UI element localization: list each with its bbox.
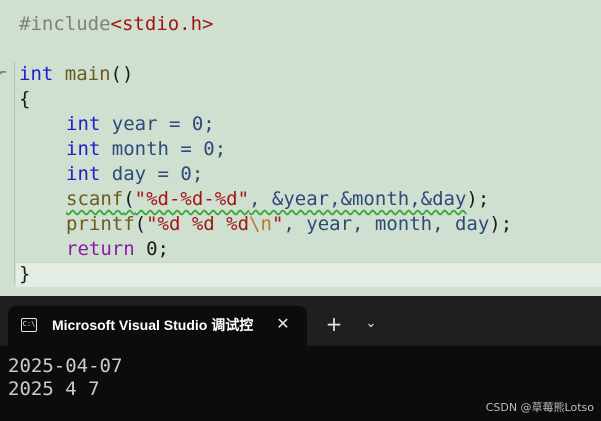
- decl-day-rest: day = 0;: [100, 163, 204, 185]
- include-directive: #include: [19, 13, 111, 35]
- terminal-icon: C:\: [21, 318, 37, 332]
- terminal-tab-title: Microsoft Visual Studio 调试控: [52, 317, 254, 333]
- tab-dropdown-chevron-icon[interactable]: ⌄: [361, 313, 381, 335]
- scanf-warning-squiggle[interactable]: scanf("%d-%d-%d", &year,&month,&day: [66, 188, 466, 210]
- code-line-printf: printf("%d %d %d\n", year, month, day);: [66, 212, 512, 237]
- scanf-close: );: [466, 188, 490, 210]
- printf-format-string: "%d %d %d: [146, 213, 250, 235]
- keyword-int: int: [66, 163, 101, 185]
- include-header: <stdio.h>: [110, 13, 214, 35]
- code-line-decl-month: int month = 0;: [66, 137, 226, 162]
- code-editor[interactable]: ⌐ #include<stdio.h> int main() { int yea…: [0, 0, 601, 296]
- decl-month-rest: month = 0;: [100, 138, 227, 160]
- code-line-scanf: scanf("%d-%d-%d", &year,&month,&day);: [66, 187, 489, 212]
- close-tab-icon[interactable]: ✕: [273, 314, 293, 334]
- code-line-brace-open: {: [19, 88, 31, 110]
- fold-collapse-icon[interactable]: ⌐: [0, 66, 8, 80]
- code-line-include: #include<stdio.h>: [19, 12, 213, 37]
- printf-args: , year, month, day: [283, 213, 490, 235]
- code-line-decl-day: int day = 0;: [66, 162, 203, 187]
- scanf-format-string: "%d-%d-%d": [134, 188, 250, 210]
- function-main: main: [64, 63, 111, 85]
- main-parens: (): [110, 63, 134, 85]
- code-line-brace-close: }: [19, 263, 31, 285]
- terminal-output-line-2: 2025 4 7: [8, 378, 100, 400]
- watermark: CSDN @草莓熊Lotso: [485, 401, 594, 414]
- return-rest: 0;: [134, 238, 169, 260]
- printf-escape: \n: [249, 213, 272, 235]
- function-scanf: scanf: [66, 188, 124, 210]
- code-line-decl-year: int year = 0;: [66, 112, 215, 137]
- printf-format-close: ": [271, 213, 284, 235]
- current-line-highlight: [16, 262, 601, 287]
- scanf-open: (: [123, 188, 135, 210]
- gutter-guide: [14, 62, 15, 284]
- code-line-main: int main(): [19, 62, 133, 87]
- printf-open: (: [134, 213, 147, 235]
- terminal-tab-bar: C:\ Microsoft Visual Studio 调试控 ✕ + ⌄: [0, 296, 601, 346]
- keyword-int: int: [19, 63, 54, 85]
- scanf-args: , &year,&month,&day: [249, 188, 467, 210]
- keyword-int: int: [66, 113, 101, 135]
- keyword-return: return: [66, 238, 135, 260]
- function-printf: printf: [66, 213, 135, 235]
- keyword-int: int: [66, 138, 101, 160]
- decl-year-rest: year = 0;: [100, 113, 215, 135]
- terminal-tab[interactable]: C:\ Microsoft Visual Studio 调试控 ✕: [8, 306, 307, 346]
- code-line-return: return 0;: [66, 237, 169, 262]
- printf-close: );: [489, 213, 513, 235]
- terminal-output-line-1: 2025-04-07: [8, 355, 123, 377]
- new-tab-button[interactable]: +: [323, 313, 345, 335]
